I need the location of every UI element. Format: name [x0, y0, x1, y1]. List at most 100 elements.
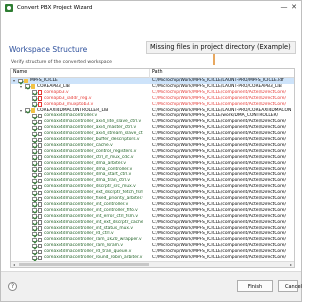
table-row[interactable]: coreaxi4dmacontroller_ram_lsram.v C:/Micr…: [11, 243, 294, 249]
row-name: coreaxi4dmacontroller_ctrl_if_mux_cdc.v: [44, 154, 134, 160]
row-name: coreaxi4dmacontroller_ram_lsram.v: [44, 243, 123, 249]
row-name-cell: coreaxi4dmacontroller_ram_lsram.v: [11, 243, 143, 249]
row-path: C:/Microchip/Work/MPFS_ICICLE/component/…: [152, 148, 286, 154]
row-name-cell: coreaxi4dmacontroller_dma_start_ctrl.v: [11, 172, 143, 178]
table-row[interactable]: coreaxi4dmacontroller_ctrl_if_mux_cdc.v C…: [11, 155, 294, 161]
table-row[interactable]: coreaxi4dmacontroller_dma_start_ctrl.v C:…: [11, 172, 294, 178]
app-icon: [5, 3, 13, 12]
table-row[interactable]: coreaxi4dmacontroller_ram_1k20_wrapper.v…: [11, 237, 294, 243]
table-row[interactable]: coreaxi4dmacontroller_int_controller_fif…: [11, 208, 294, 214]
table-row[interactable]: ▾ COREAXI4DMACONTROLLER_LIB C:/Microchip/W…: [11, 108, 294, 114]
dialog-footer: ? Finish Cancel: [1, 271, 302, 301]
row-name-cell: coreaxi4dmacontroller_ram_1k20_wrapper.v: [11, 237, 143, 243]
close-button[interactable]: ✕: [289, 2, 299, 12]
table-row[interactable]: coreaxi4dmacontroller_axi4_lite_slave_ct…: [11, 119, 294, 125]
table-row[interactable]: coreaxi4dmacontroller_dma_tran_ctrl.v C:/…: [11, 178, 294, 184]
cancel-button[interactable]: Cancel: [278, 280, 302, 292]
row-name: coreaxi4dmacontroller_axi4_lite_slave_ct…: [44, 119, 142, 125]
row-name-cell: coreaxi4dmacontroller_dscrptr_src_mux.v: [11, 184, 143, 190]
row-name: MPFS_ICICLE: [30, 78, 58, 83]
row-path: C:/Microchip/Work/MPFS_ICICLE/component/…: [152, 142, 286, 148]
row-path: C:/Microchip/Work/MPFS_ICICLE/component/…: [152, 190, 286, 196]
row-name: coreaxi4dmacontroller.v: [44, 113, 98, 119]
row-name-cell: coreaxi4dmacontroller_int_controller.v: [11, 202, 143, 208]
tree-rows: ▾ MPFS_ICICLE C:/Microchip/Work/MPFS_ICICL…: [11, 78, 294, 267]
row-name-cell: coreaxi4dmacontroller_int_error_ctrl_fsm…: [11, 214, 143, 220]
scrollbar-thumb[interactable]: [19, 263, 149, 266]
row-path: C:/Microchip/Work/MPFS_ICICLE/component/…: [152, 249, 286, 255]
workspace-tree-table[interactable]: Name Path ▾ MPFS_ICICLE C:/Microchip/Work/…: [10, 68, 295, 268]
column-header-path[interactable]: Path: [152, 70, 163, 75]
table-row[interactable]: coreaxi4dmacontroller_dma_controller.v C:…: [11, 167, 294, 173]
row-name-cell: coreapb3_muxptob3.v: [11, 102, 143, 108]
scroll-right-icon[interactable]: ▸: [288, 262, 294, 267]
row-path: C:/Microchip/Work/MPFS_ICICLE/component/…: [152, 201, 286, 207]
row-path: C:/Microchip/Work/MPFS_ICICLE/component/…: [152, 225, 286, 231]
minimize-button[interactable]: —: [279, 2, 289, 12]
row-path: C:/Microchip/Work/MPFS_ICICLE/component/…: [152, 243, 286, 249]
table-row[interactable]: coreaxi4dmacontroller_buffer_descriptors…: [11, 137, 294, 143]
row-path: C:/Microchip/Work/MPFS_ICICLE/component/…: [152, 207, 286, 213]
row-name-cell: coreapb3.v: [11, 90, 143, 96]
table-row[interactable]: coreapb3_iaddr_reg.v C:/Microchip/Work/MP…: [11, 96, 294, 102]
column-separator[interactable]: [149, 69, 150, 78]
horizontal-scrollbar[interactable]: ◂ ▸: [11, 261, 294, 267]
table-row[interactable]: coreaxi4dmacontroller_rd_ctrl.v C:/Microc…: [11, 231, 294, 237]
row-name: COREAXI4DMACONTROLLER_LIB: [37, 107, 109, 113]
row-name-cell: coreaxi4dmacontroller.v: [11, 113, 143, 119]
table-row[interactable]: coreapb3_muxptob3.v C:/Microchip/Work/MPF…: [11, 102, 294, 108]
column-header-name[interactable]: Name: [13, 70, 27, 75]
table-row[interactable]: ▾ COREAPB3_LIB C:/Microchip/Work/MPFS_ICIC…: [11, 84, 294, 90]
row-path: C:/Microchip/Work/MPFS_ICICLE/component/…: [152, 166, 286, 172]
row-name-cell: coreaxi4dmacontroller_axi4_stream_slave_…: [11, 131, 143, 137]
row-path: C:/Microchip/Work/MPFS_ICICLE/component/…: [152, 172, 286, 178]
row-path: C:/Microchip/Work/MPFS_ICICLE/component/…: [152, 101, 286, 107]
row-name: coreaxi4dmacontroller_ext_dscrptr_fetch_…: [44, 190, 143, 196]
help-icon[interactable]: ?: [8, 282, 17, 291]
table-row[interactable]: coreaxi4dmacontroller_dma_arbiter.v C:/Mi…: [11, 161, 294, 167]
row-path: C:/Microchip/Work/MPFS_ICICLE/component/…: [152, 213, 286, 219]
table-row[interactable]: coreaxi4dmacontroller_int_status_mux.v C:…: [11, 226, 294, 232]
row-name-cell: coreaxi4dmacontroller_round_robin_arbite…: [11, 255, 143, 261]
row-name: coreaxi4dmacontroller_dma_start_ctrl.v: [44, 172, 132, 178]
table-row[interactable]: coreaxi4dmacontroller_dscrptr_src_mux.v C…: [11, 184, 294, 190]
row-name-cell: coreaxi4dmacontroller_dma_tran_ctrl.v: [11, 178, 143, 184]
table-row[interactable]: coreaxi4dmacontroller_round_robin_arbite…: [11, 255, 294, 261]
table-row[interactable]: coreapb3.v C:/Microchip/Work/MPFS_ICICLE/…: [11, 90, 294, 96]
window-title: Convert PBX Project Wizard: [17, 4, 93, 11]
table-row[interactable]: coreaxi4dmacontroller_cache.v C:/Microchi…: [11, 143, 294, 149]
row-path: C:/Microchip/Work/MPFS_ICICLE/component/…: [152, 154, 286, 160]
row-name-cell: coreaxi4dmacontroller_ctrl_if_mux_cdc.v: [11, 155, 143, 161]
row-path: C:/Microchip/Work/MPFS_ICICLE/component/…: [152, 89, 286, 95]
row-path: C:/Microchip/Work/MPFS_ICICLE/component/…: [152, 237, 286, 243]
scroll-left-icon[interactable]: ◂: [11, 262, 17, 267]
table-row[interactable]: coreaxi4dmacontroller_int_error_ctrl_fsm…: [11, 214, 294, 220]
table-row[interactable]: coreaxi4dmacontroller_ext_dscrptr_fetch_…: [11, 190, 294, 196]
annotation-callout: Missing files in project directory (Exam…: [146, 41, 296, 54]
table-row[interactable]: coreaxi4dmacontroller_int_controller.v C:…: [11, 202, 294, 208]
table-header: Name Path: [11, 69, 294, 78]
row-name: coreaxi4dmacontroller_dma_controller.v: [44, 166, 133, 172]
finish-button[interactable]: Finish: [237, 280, 273, 292]
table-row[interactable]: coreaxi4dmacontroller_fixed_priority_arb…: [11, 196, 294, 202]
row-name: coreaxi4dmacontroller_fixed_priority_arb…: [44, 196, 143, 201]
row-path: C:/Microchip/Work/MPFS_ICICLE/component/…: [152, 255, 286, 260]
row-name: coreaxi4dmacontroller_round_robin_arbite…: [44, 255, 143, 260]
table-row[interactable]: ▾ MPFS_ICICLE C:/Microchip/Work/MPFS_ICICL…: [11, 78, 294, 84]
table-row[interactable]: coreaxi4dmacontroller_rd_tran_queue.v C:/…: [11, 249, 294, 255]
table-row[interactable]: coreaxi4dmacontroller_axi4_master_ctrl.v…: [11, 125, 294, 131]
row-name: coreaxi4dmacontroller_cache.v: [44, 142, 113, 148]
table-row[interactable]: coreaxi4dmacontroller.v C:/Microchip/Work…: [11, 113, 294, 119]
row-path: C:/Microchip/Work/MPFS_ICICLE/component/…: [152, 231, 286, 237]
row-name: coreaxi4dmacontroller_rd_ctrl.v: [44, 231, 114, 237]
row-name: coreaxi4dmacontroller_int_controller_fif…: [44, 207, 138, 213]
row-name-cell: MPFS_ICICLE: [11, 78, 143, 84]
row-name: coreaxi4dmacontroller_buffer_descriptors…: [44, 137, 140, 142]
table-row[interactable]: coreaxi4dmacontroller_int_ext_dscrptr_ca…: [11, 220, 294, 226]
row-name: coreaxi4dmacontroller_int_controller.v: [44, 201, 129, 207]
table-row[interactable]: coreaxi4dmacontroller_axi4_stream_slave_…: [11, 131, 294, 137]
row-name: coreaxi4dmacontroller_axi4_stream_slave_…: [44, 131, 143, 137]
table-row[interactable]: coreaxi4dmacontroller_control_registers.…: [11, 149, 294, 155]
row-path: C:/Microchip/Work/MPFS_ICICLE/component/…: [152, 125, 286, 131]
row-name-cell: coreaxi4dmacontroller_control_registers.…: [11, 149, 143, 155]
